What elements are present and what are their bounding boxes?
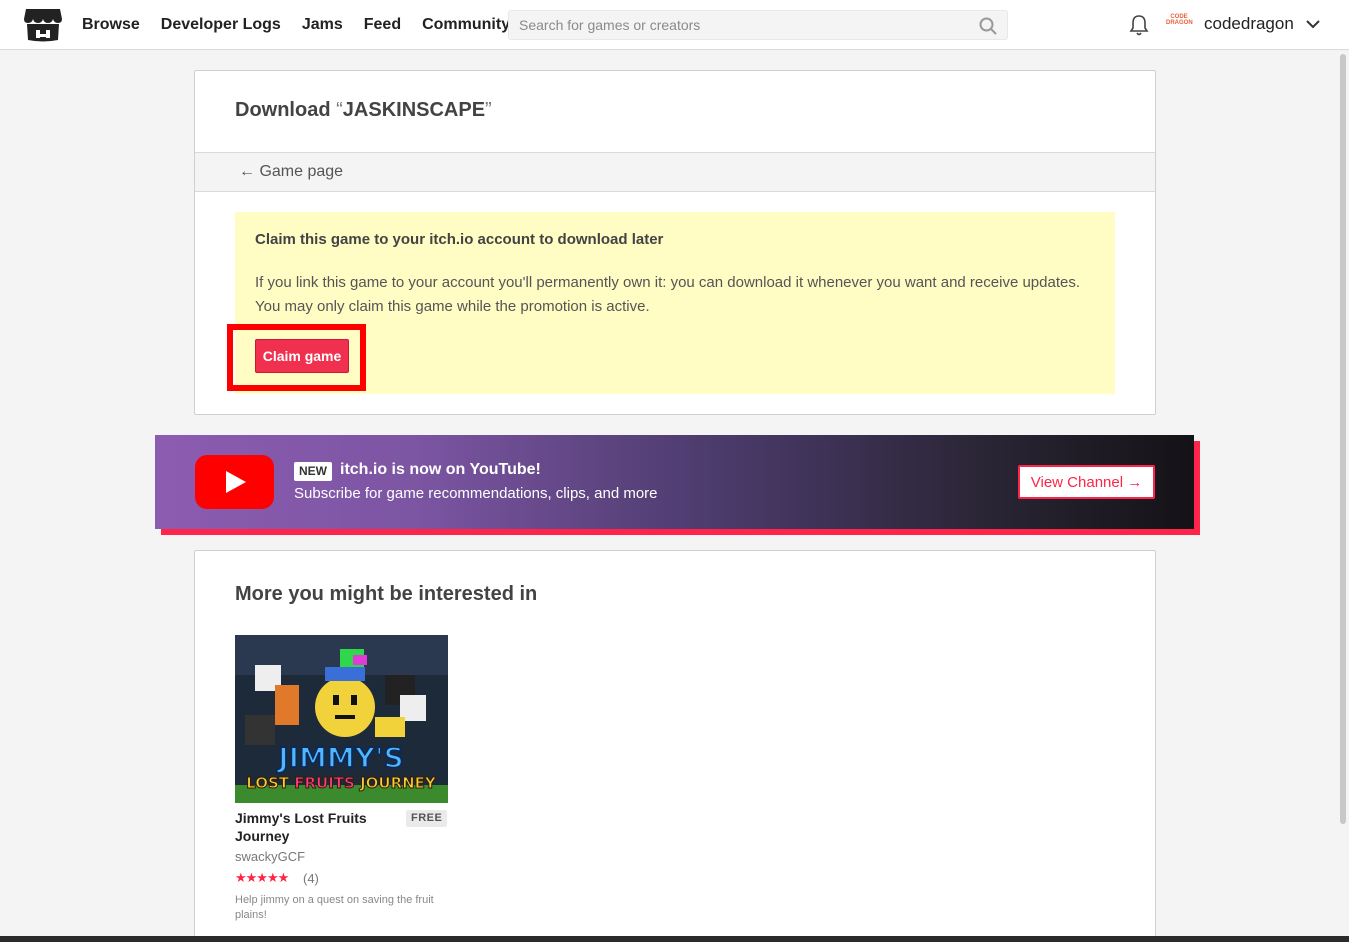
banner-title: itch.io is now on YouTube!: [340, 461, 541, 478]
back-to-game-page-link[interactable]: ← Game page: [239, 163, 343, 181]
view-channel-button[interactable]: View Channel →: [1018, 465, 1155, 499]
claim-game-button[interactable]: Claim game: [255, 339, 349, 373]
page-title: Download “JASKINSCAPE”: [235, 99, 492, 122]
game-description: Help jimmy on a quest on saving the frui…: [235, 894, 434, 921]
itchio-logo-icon[interactable]: [23, 6, 63, 44]
thumb-title-text: JIMMY'S: [276, 741, 404, 774]
youtube-logo-icon: [195, 455, 274, 509]
nav-community[interactable]: Community: [422, 16, 510, 34]
claim-heading: Claim this game to your itch.io account …: [255, 231, 664, 248]
youtube-banner[interactable]: NEW itch.io is now on YouTube! Subscribe…: [155, 435, 1194, 529]
banner-subtitle: Subscribe for game recommendations, clip…: [294, 485, 658, 502]
main-nav: Browse Developer Logs Jams Feed Communit…: [82, 0, 531, 50]
price-badge: FREE: [406, 810, 448, 827]
open-quote: “: [336, 99, 343, 121]
download-card: Download “JASKINSCAPE” ← Game page Claim…: [194, 70, 1156, 415]
new-badge: NEW: [294, 462, 332, 481]
search-icon[interactable]: [979, 17, 997, 35]
thumb-subtitle-text: LOST FRUITS JOURNEY: [246, 774, 437, 792]
game-name: JASKINSCAPE: [342, 99, 486, 121]
search-input[interactable]: [509, 11, 1007, 39]
top-header: Browse Developer Logs Jams Feed Communit…: [0, 0, 1349, 50]
close-quote: ”: [485, 99, 492, 121]
thumb-subtitle-fruits: FRUITS: [294, 774, 355, 792]
bottom-taskbar: [0, 936, 1349, 942]
game-title-link[interactable]: Jimmy's Lost Fruits Journey: [235, 809, 385, 845]
user-avatar[interactable]: CODE DRAGON: [1166, 14, 1193, 36]
back-arrow-icon: ←: [239, 163, 255, 180]
claim-description: If you link this game to your account yo…: [255, 274, 1080, 315]
search-box: [508, 10, 1008, 40]
claim-box: Claim this game to your itch.io account …: [227, 212, 1115, 394]
star-rating: ★★★★★: [235, 870, 289, 885]
thumb-subtitle-journey: JOURNEY: [355, 774, 437, 792]
recommendations-title: More you might be interested in: [235, 583, 538, 605]
notification-bell-icon[interactable]: [1128, 13, 1150, 37]
nav-developer-logs[interactable]: Developer Logs: [161, 16, 281, 34]
game-thumbnail[interactable]: JIMMY'S LOST FRUITS JOURNEY: [235, 635, 448, 803]
page-scrollbar[interactable]: [1340, 54, 1346, 824]
back-bar: ← Game page: [195, 152, 1155, 192]
nav-feed[interactable]: Feed: [364, 16, 401, 34]
nav-jams[interactable]: Jams: [302, 16, 343, 34]
title-prefix: Download: [235, 99, 337, 121]
recommendations-card: More you might be interested in JIMMY'S …: [194, 550, 1156, 942]
thumb-subtitle-lost: LOST: [246, 774, 294, 792]
username[interactable]: codedragon: [1204, 14, 1294, 34]
rating-count: (4): [303, 871, 319, 886]
chevron-down-icon[interactable]: [1304, 17, 1322, 31]
nav-browse[interactable]: Browse: [82, 16, 140, 34]
back-link-label: Game page: [259, 163, 344, 180]
game-author-link[interactable]: swackyGCF: [235, 849, 305, 864]
